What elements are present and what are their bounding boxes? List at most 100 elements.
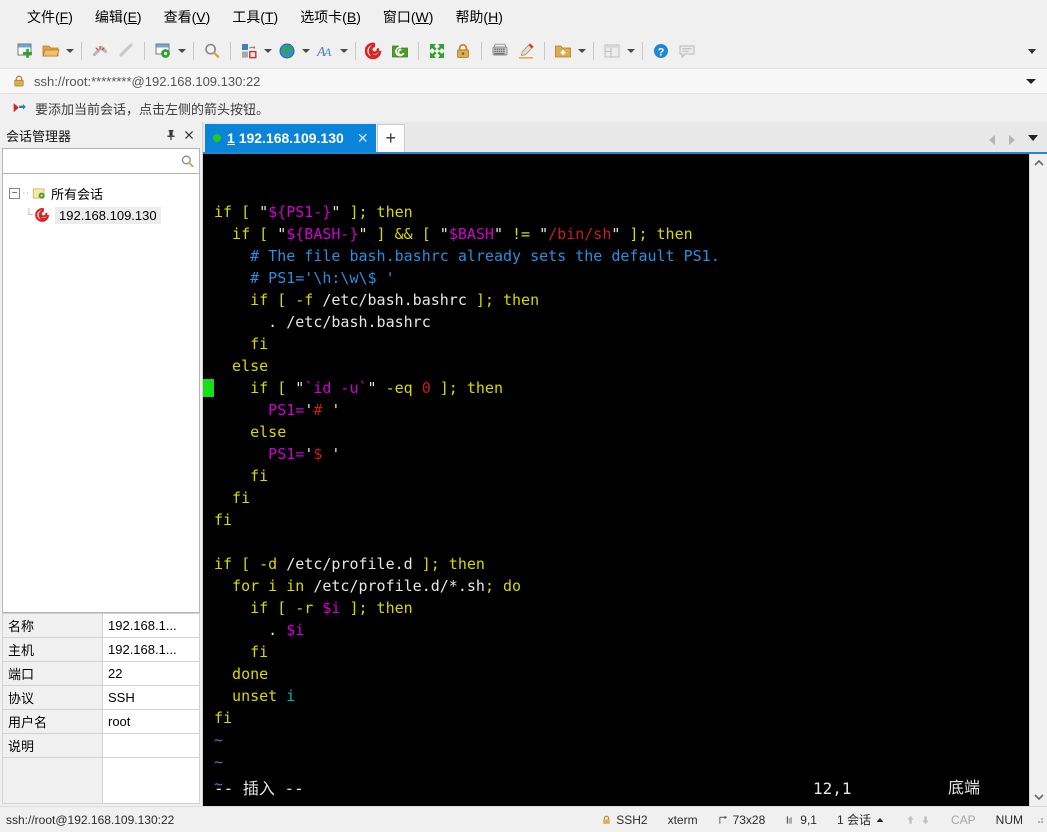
scroll-down-button[interactable]	[1029, 788, 1047, 806]
terminal-text: "	[295, 379, 305, 397]
font-icon[interactable]: A A	[312, 38, 338, 64]
terminal-text: "	[539, 225, 549, 243]
open-folder-icon[interactable]	[38, 38, 64, 64]
lock-icon[interactable]	[450, 38, 476, 64]
sftp-icon[interactable]	[387, 38, 413, 64]
help-icon[interactable]: ?	[648, 38, 674, 64]
transfer-dropdown[interactable]	[262, 38, 274, 64]
resize-icon	[718, 814, 729, 826]
add-folder-dropdown[interactable]	[576, 38, 588, 64]
resize-grip[interactable]	[1033, 814, 1047, 826]
status-emulation[interactable]: xterm	[658, 813, 708, 827]
tab-close-icon[interactable]: ✕	[356, 130, 370, 147]
property-value[interactable]	[102, 733, 200, 758]
menu-window[interactable]: 窗口(W)	[372, 3, 445, 31]
globe-dropdown[interactable]	[300, 38, 312, 64]
hint-bar: 要添加当前会话，点击左侧的箭头按钮。	[0, 94, 1047, 122]
main-body: 会话管理器 − ·· 所有会话 └ 192.168.109.130 名称 192…	[0, 122, 1047, 806]
terminal-line: else	[214, 355, 1029, 377]
globe-icon[interactable]	[274, 38, 300, 64]
terminal-text: ]	[367, 225, 395, 243]
menu-tools[interactable]: 工具(T)	[221, 3, 289, 31]
arrow-down-icon	[920, 814, 931, 826]
property-value[interactable]: root	[102, 709, 200, 734]
tile-dropdown[interactable]	[625, 38, 637, 64]
open-folder-dropdown[interactable]	[64, 38, 76, 64]
triangle-right-icon[interactable]	[1005, 132, 1019, 148]
triangle-left-icon[interactable]	[985, 132, 999, 148]
property-value[interactable]: 192.168.1...	[102, 613, 200, 638]
new-session-icon[interactable]	[12, 38, 38, 64]
connect-icon[interactable]	[113, 38, 139, 64]
scrollbar-track[interactable]	[1029, 172, 1047, 788]
tree-session-row[interactable]: └ 192.168.109.130	[3, 204, 199, 226]
triangle-up-icon[interactable]	[875, 816, 885, 824]
menu-file[interactable]: 文件(F)	[16, 3, 84, 31]
new-tab-button[interactable]: +	[376, 124, 405, 152]
address-input[interactable]: ssh://root:********@192.168.109.130:22	[34, 74, 260, 89]
toolbar-separator	[355, 42, 356, 60]
address-bar[interactable]: ssh://root:********@192.168.109.130:22	[0, 68, 1047, 94]
terminal-text: fi	[214, 709, 233, 727]
vim-scroll-position: 底端	[948, 780, 981, 797]
menu-help[interactable]: 帮助(H)	[444, 3, 513, 31]
highlight-icon[interactable]	[513, 38, 539, 64]
terminal-line: fi	[214, 509, 1029, 531]
terminal-line: fi	[214, 465, 1029, 487]
status-size-label: 73x28	[732, 812, 766, 827]
property-value[interactable]: 22	[102, 661, 200, 686]
status-security[interactable]: SSH2	[591, 813, 657, 827]
tree-session-label[interactable]: 192.168.109.130	[55, 206, 161, 224]
terminal-text: PS1=	[214, 445, 305, 463]
terminal-line: else	[214, 421, 1029, 443]
terminal-screen[interactable]: if [ "${PS1-}" ]; then if [ "${BASH-}" ]…	[203, 154, 1029, 806]
menu-tabs[interactable]: 选项卡(B)	[289, 3, 372, 31]
chat-icon[interactable]	[674, 38, 700, 64]
red-arrow-icon	[12, 101, 27, 116]
menu-view[interactable]: 查看(V)	[153, 3, 222, 31]
font-dropdown[interactable]	[338, 38, 350, 64]
add-folder-icon[interactable]	[550, 38, 576, 64]
tab-menu-button[interactable]	[1025, 130, 1041, 146]
terminal-text: fi	[214, 335, 269, 353]
scroll-up-button[interactable]	[1029, 154, 1047, 172]
crt-window: 文件(F) 编辑(E) 查看(V) 工具(T) 选项卡(B) 窗口(W) 帮助(H)	[0, 0, 1047, 832]
session-search-input[interactable]	[2, 148, 200, 174]
terminal-line: for i in /etc/profile.d/*.sh; do	[214, 575, 1029, 597]
toolbar-separator	[642, 42, 643, 60]
tab-navigation	[985, 132, 1019, 148]
tree-expand-toggle[interactable]: −	[9, 187, 20, 199]
terminal-line: # PS1='\h:\w\$ '	[214, 267, 1029, 289]
terminal-scrollbar[interactable]	[1029, 154, 1047, 806]
property-value[interactable]: SSH	[102, 685, 200, 710]
disconnect-icon[interactable]	[87, 38, 113, 64]
status-sessions[interactable]: 1 会话	[827, 811, 895, 828]
tab-192-168-109-130[interactable]: 1 192.168.109.130 ✕	[205, 124, 376, 152]
terminal-text: ~	[214, 753, 224, 771]
session-options-dropdown[interactable]	[176, 38, 188, 64]
hint-text: 要添加当前会话，点击左侧的箭头按钮。	[35, 101, 270, 117]
toolbar-separator	[81, 42, 82, 60]
toolbar-overflow-button[interactable]	[1021, 34, 1043, 68]
terminal-text: "	[367, 379, 377, 397]
keymap-icon[interactable]	[487, 38, 513, 64]
pin-icon[interactable]	[162, 126, 180, 144]
property-row: 主机 192.168.1...	[2, 637, 200, 662]
session-tree[interactable]: − ·· 所有会话 └ 192.168.109.130	[2, 174, 200, 613]
menu-edit[interactable]: 编辑(E)	[84, 3, 153, 31]
property-value[interactable]: 192.168.1...	[102, 637, 200, 662]
close-icon[interactable]	[180, 126, 198, 144]
terminal-text: "	[277, 225, 287, 243]
terminal-line: if [ "`id -u`" -eq 0 ]; then	[203, 377, 1029, 399]
tree-root-row[interactable]: − ·· 所有会话	[3, 182, 199, 204]
fullscreen-icon[interactable]	[424, 38, 450, 64]
terminal-text: "	[358, 225, 368, 243]
find-icon[interactable]	[199, 38, 225, 64]
tile-icon[interactable]	[599, 38, 625, 64]
address-dropdown-button[interactable]	[1021, 69, 1041, 93]
terminal-text: ${BASH-}	[286, 225, 359, 243]
session-options-icon[interactable]	[150, 38, 176, 64]
log-session-icon[interactable]	[361, 38, 387, 64]
transfer-icon[interactable]	[236, 38, 262, 64]
